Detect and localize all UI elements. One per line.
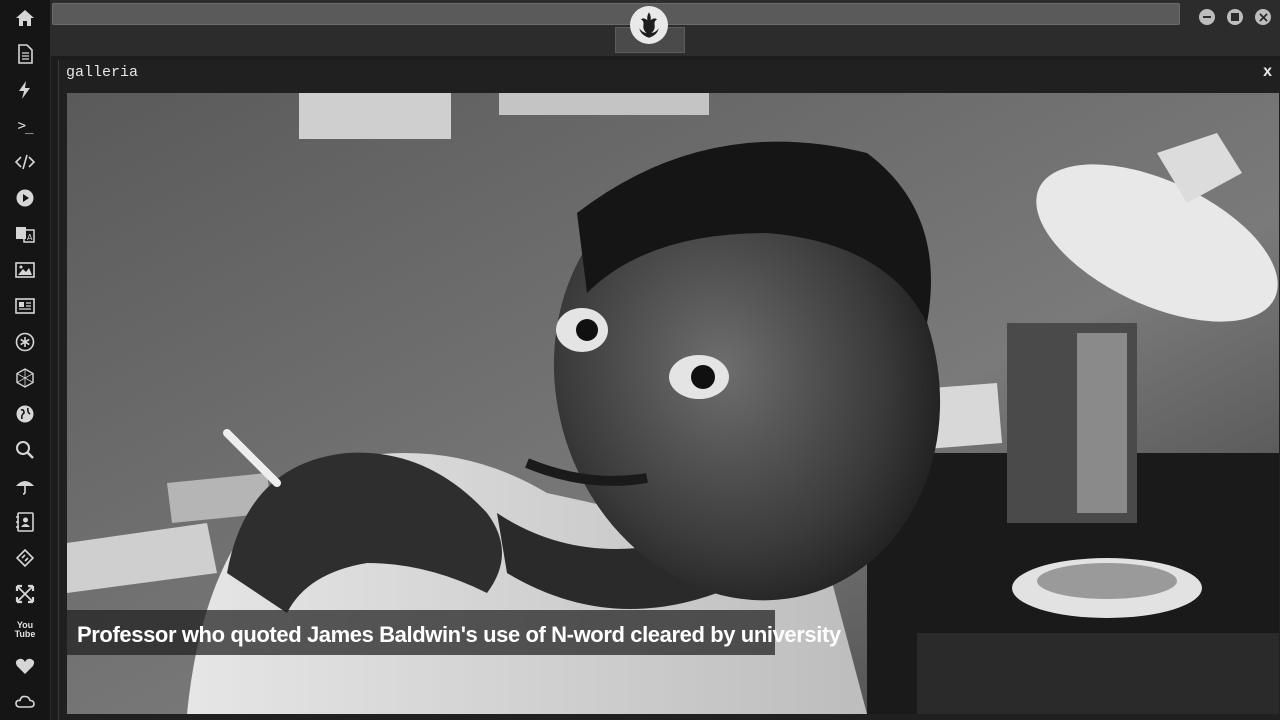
- sidebar: >_ A You Tube: [0, 0, 51, 720]
- newspaper-icon[interactable]: [13, 294, 37, 318]
- umbrella-icon[interactable]: [13, 474, 37, 498]
- photo-caption[interactable]: Professor who quoted James Baldwin's use…: [77, 622, 841, 648]
- close-icon[interactable]: [1255, 9, 1271, 25]
- terminal-icon[interactable]: >_: [13, 114, 37, 138]
- image-icon[interactable]: [13, 258, 37, 282]
- address-bar[interactable]: [52, 3, 1180, 25]
- document-icon[interactable]: [13, 42, 37, 66]
- contact-card-icon[interactable]: [13, 510, 37, 534]
- svg-text:A: A: [27, 233, 33, 242]
- youtube-icon[interactable]: You Tube: [13, 618, 37, 642]
- top-bar: [50, 0, 1280, 56]
- cloud-icon[interactable]: [13, 690, 37, 714]
- play-icon[interactable]: [13, 186, 37, 210]
- window-title: galleria: [66, 64, 139, 81]
- embed-icon[interactable]: [13, 546, 37, 570]
- maximize-icon[interactable]: [1227, 9, 1243, 25]
- asterisk-icon[interactable]: [13, 330, 37, 354]
- minimize-icon[interactable]: [1199, 9, 1215, 25]
- hexagon-icon[interactable]: [13, 366, 37, 390]
- translate-icon[interactable]: A: [13, 222, 37, 246]
- home-icon[interactable]: [13, 6, 37, 30]
- window-close-button[interactable]: x: [1263, 63, 1272, 81]
- search-icon[interactable]: [13, 438, 37, 462]
- lightning-icon[interactable]: [13, 78, 37, 102]
- globe-icon[interactable]: [13, 402, 37, 426]
- terminal-glyph: >_: [17, 118, 34, 134]
- galleria-window: galleria x Professor who quoted James Ba…: [58, 60, 1280, 720]
- rebel-alliance-icon[interactable]: [630, 6, 668, 44]
- code-icon[interactable]: [13, 150, 37, 174]
- expand-icon[interactable]: [13, 582, 37, 606]
- heart-icon[interactable]: [13, 654, 37, 678]
- youtube-label-bottom: Tube: [14, 629, 36, 639]
